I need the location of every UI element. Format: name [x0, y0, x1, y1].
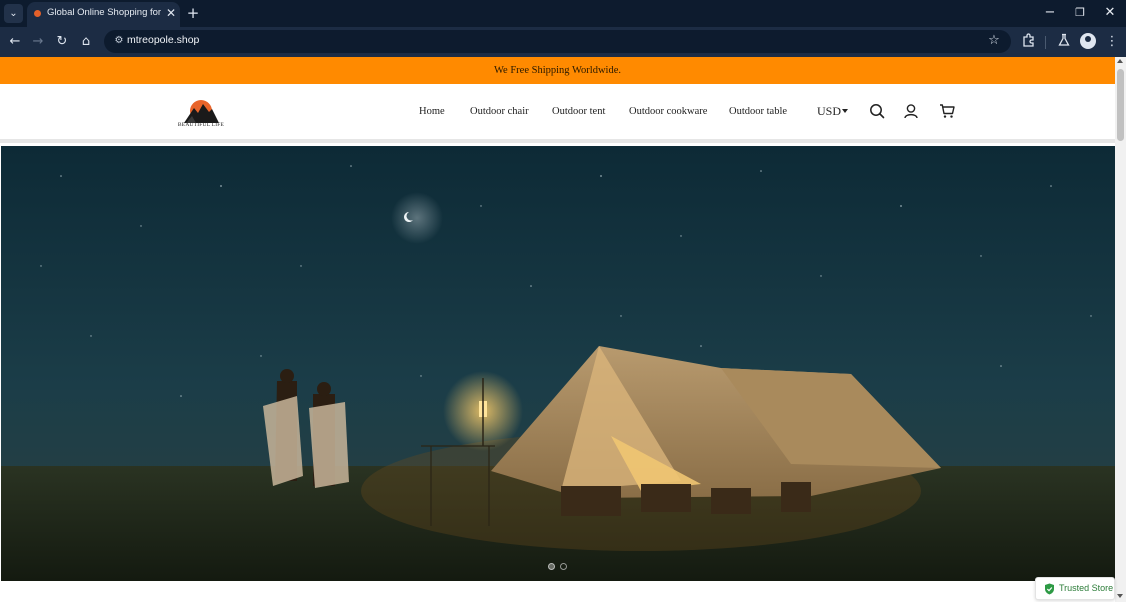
home-button[interactable]: ⌂ [77, 33, 95, 51]
address-bar-url[interactable]: mtreopole.shop [127, 34, 199, 46]
account-icon[interactable] [903, 103, 919, 119]
cart-icon[interactable] [939, 103, 955, 119]
address-bar[interactable]: ⚙ mtreopole.shop ☆ [104, 30, 1011, 53]
site-favicon-icon [34, 10, 41, 17]
tab-title: Global Online Shopping for ,AU [47, 7, 161, 18]
scroll-thumb[interactable] [1117, 69, 1124, 141]
nav-home[interactable]: Home [419, 106, 445, 117]
labs-flask-icon[interactable] [1055, 33, 1073, 51]
minimize-button[interactable]: − [1039, 3, 1061, 23]
close-window-button[interactable]: ✕ [1099, 3, 1121, 23]
site-logo[interactable]: BEAUTIFUL LIFE [176, 96, 226, 130]
trusted-store-badge[interactable]: Trusted Store [1035, 577, 1115, 600]
site-info-icon[interactable]: ⚙ [111, 33, 127, 49]
slide-dot-1[interactable] [548, 563, 555, 570]
bookmark-star-icon[interactable]: ☆ [985, 32, 1003, 50]
scroll-down-arrow-icon[interactable] [1117, 594, 1123, 598]
nav-outdoor-cookware[interactable]: Outdoor cookware [629, 106, 707, 117]
forward-button[interactable]: → [29, 33, 47, 51]
hero-banner-image[interactable] [1, 146, 1115, 581]
announcement-bar: We Free Shipping Worldwide. [0, 57, 1115, 84]
logo-text: BEAUTIFUL LIFE [177, 122, 225, 128]
browser-tab-active[interactable]: Global Online Shopping for ,AU ✕ [27, 2, 180, 27]
slide-dot-2[interactable] [560, 563, 567, 570]
search-icon[interactable] [869, 103, 885, 119]
nav-outdoor-table[interactable]: Outdoor table [729, 106, 787, 117]
tab-close-button[interactable]: ✕ [164, 5, 178, 21]
browser-tab-bar: ⌄ Global Online Shopping for ,AU ✕ + − ❐… [0, 0, 1126, 27]
reload-button[interactable]: ↻ [53, 33, 71, 51]
scroll-up-arrow-icon[interactable] [1117, 59, 1123, 63]
extensions-icon[interactable] [1020, 33, 1038, 51]
new-tab-button[interactable]: + [184, 4, 202, 22]
hero-camping-scene [1, 146, 1115, 581]
back-button[interactable]: ← [6, 33, 24, 51]
nav-outdoor-chair[interactable]: Outdoor chair [470, 106, 529, 117]
chevron-down-icon: ⌄ [9, 8, 18, 19]
restore-button[interactable]: ❐ [1069, 3, 1091, 23]
logo-mountain-icon [184, 100, 219, 123]
tab-search-menu-button[interactable]: ⌄ [4, 4, 23, 23]
site-header: BEAUTIFUL LIFE Home Outdoor chair Outdoo… [0, 84, 1115, 143]
profile-avatar-icon[interactable] [1080, 33, 1096, 49]
page-scrollbar[interactable] [1115, 57, 1126, 602]
web-page: We Free Shipping Worldwide. BEAUTIFUL LI… [0, 57, 1115, 602]
currency-selector[interactable]: USD [817, 104, 841, 119]
browser-toolbar: ← → ↻ ⌂ ⚙ mtreopole.shop ☆ ⋮ [0, 27, 1126, 57]
browser-menu-icon[interactable]: ⋮ [1103, 33, 1121, 51]
caret-down-icon[interactable] [842, 109, 848, 113]
toolbar-divider [1045, 36, 1046, 49]
shield-check-icon [1045, 583, 1054, 595]
trusted-store-label: Trusted Store [1059, 583, 1114, 593]
nav-outdoor-tent[interactable]: Outdoor tent [552, 106, 605, 117]
